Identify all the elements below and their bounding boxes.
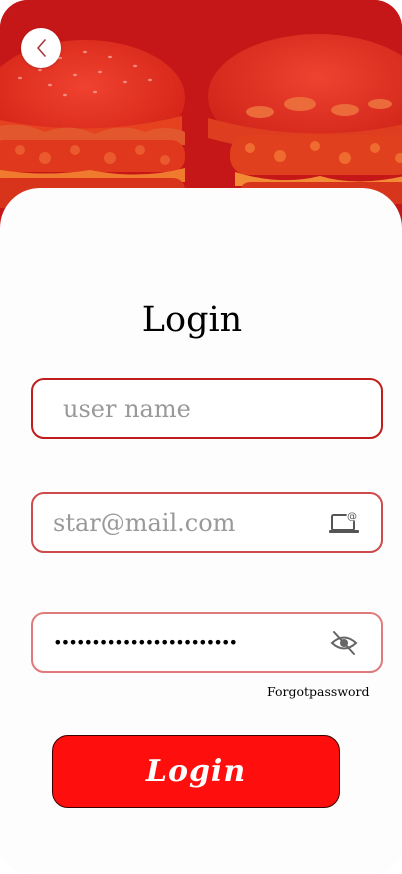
login-screen: Login @ Forgotpassword Login <box>0 0 402 874</box>
login-button[interactable]: Login <box>52 735 340 808</box>
username-input[interactable] <box>33 380 381 437</box>
back-button[interactable] <box>21 28 61 68</box>
eye-off-icon[interactable] <box>327 628 361 658</box>
email-field: @ <box>31 492 383 553</box>
password-field <box>31 612 383 673</box>
page-title: Login <box>141 300 243 340</box>
login-button-label: Login <box>145 754 247 789</box>
username-field <box>31 378 383 439</box>
laptop-at-icon: @ <box>327 508 361 538</box>
forgot-password-link[interactable]: Forgotpassword <box>267 684 370 699</box>
svg-text:@: @ <box>347 511 357 522</box>
chevron-left-icon <box>37 39 46 57</box>
